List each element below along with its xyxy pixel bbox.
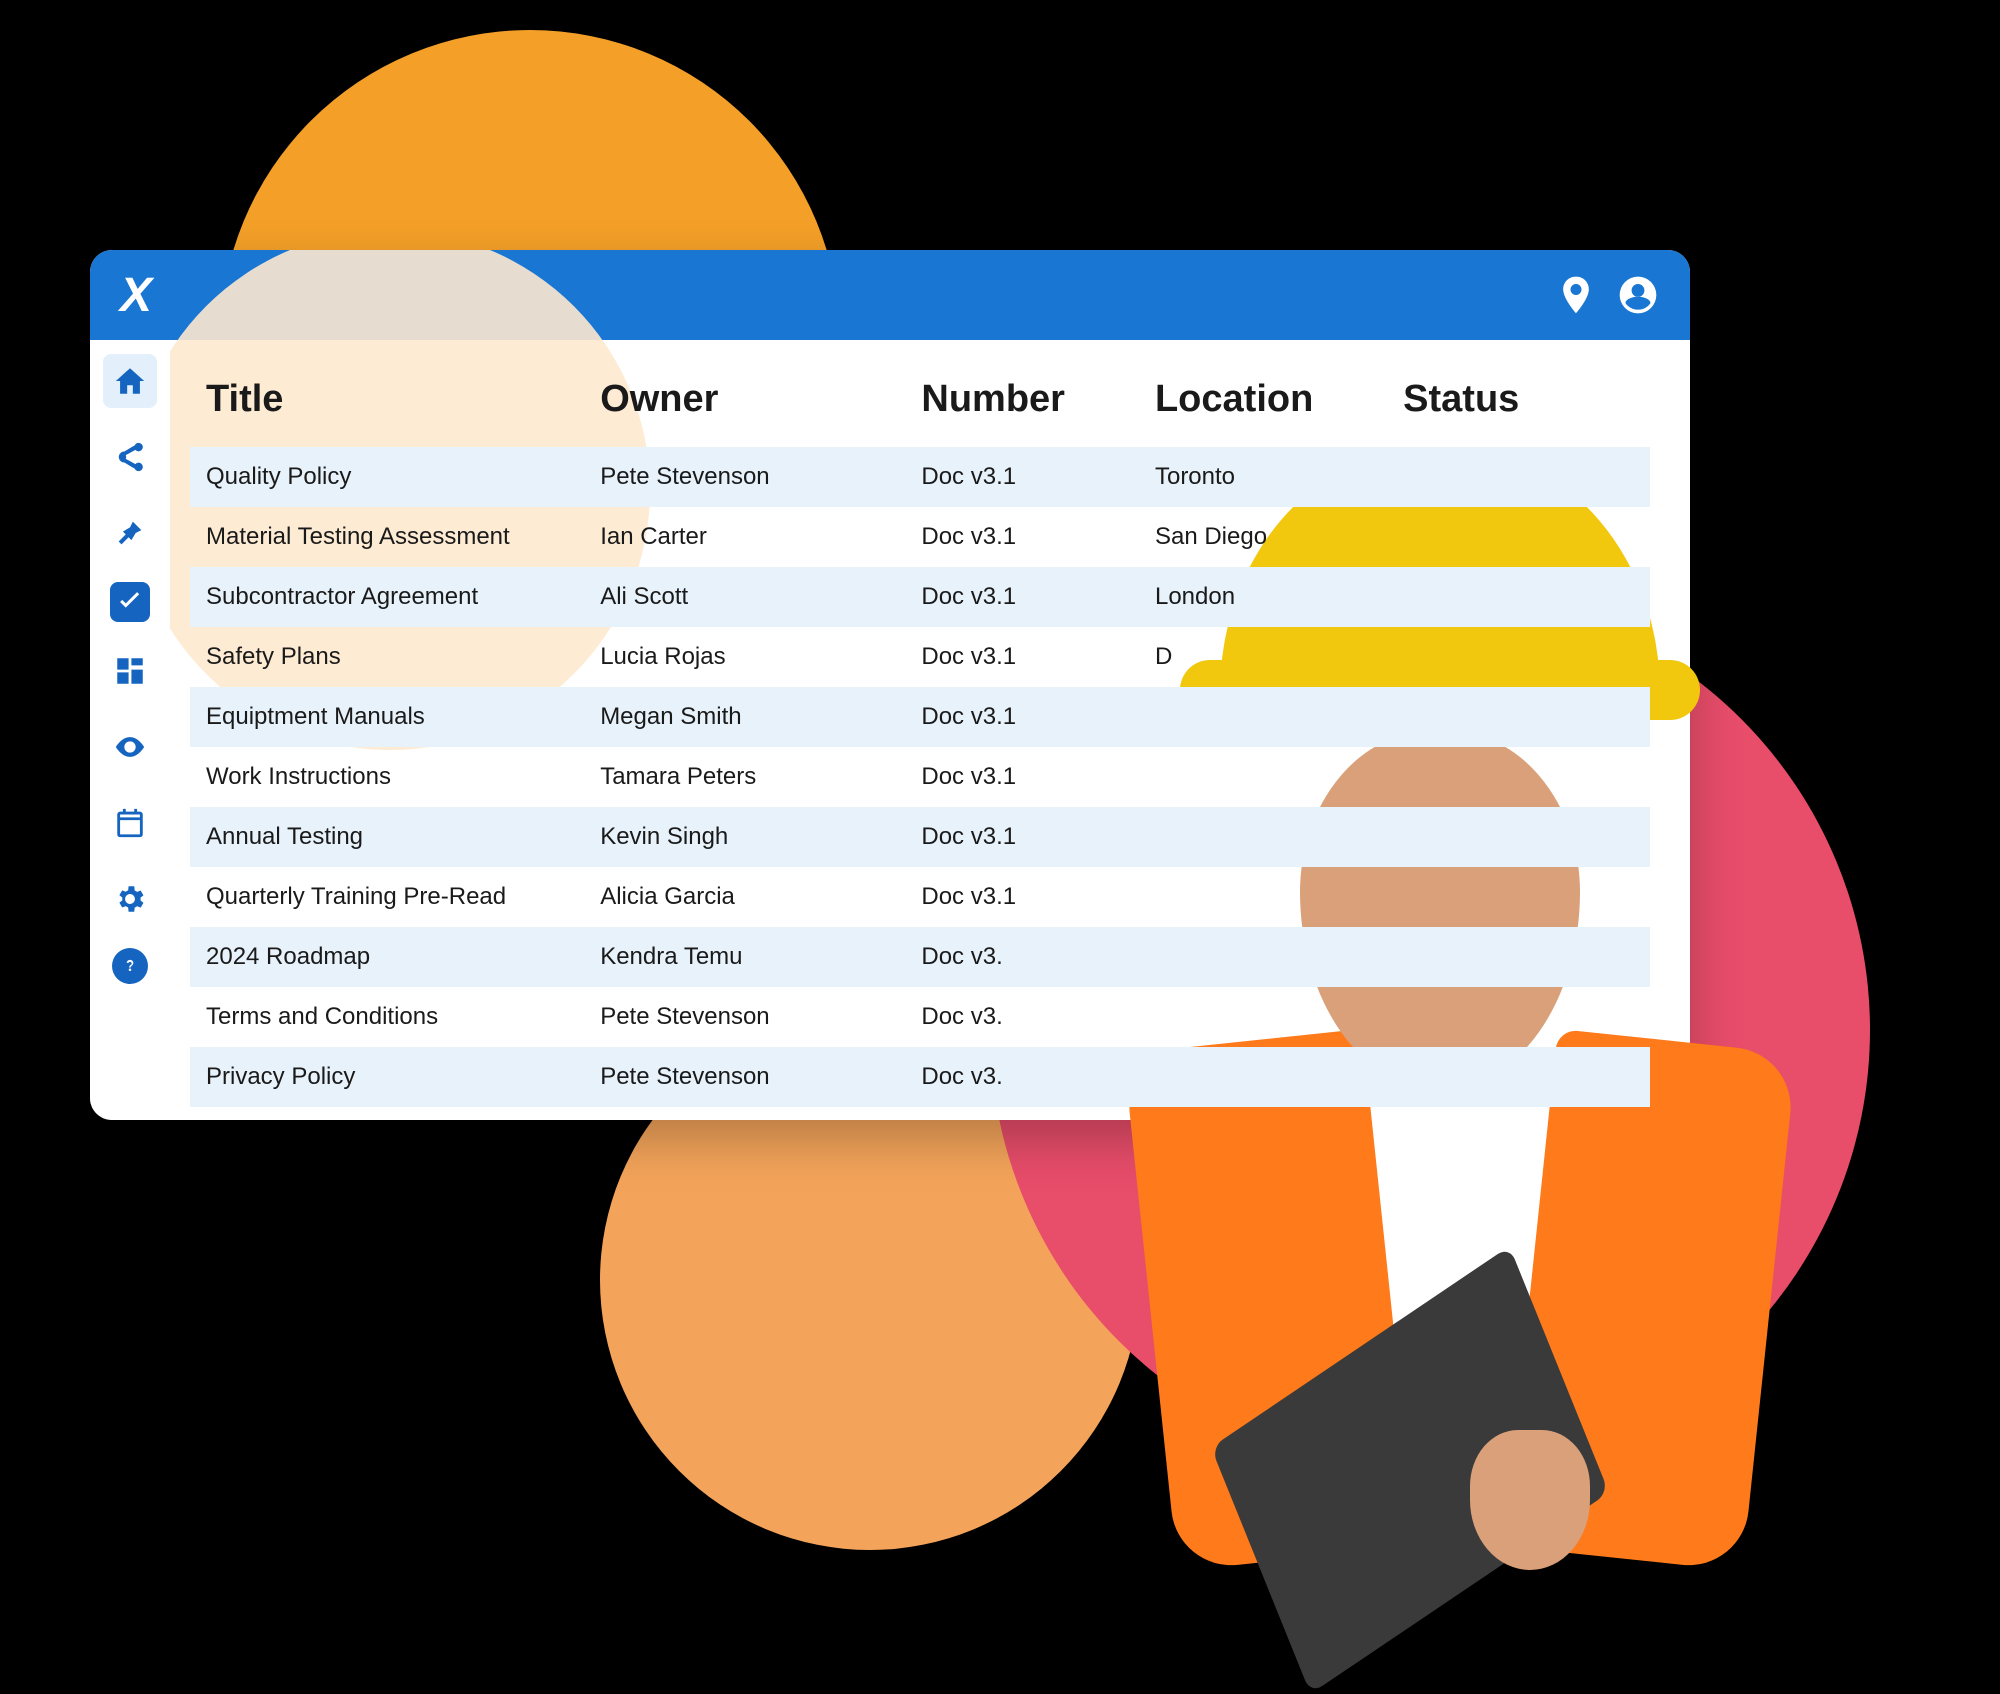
col-header-title[interactable]: Title [190,370,584,447]
sidebar-item-dashboard[interactable] [103,644,157,698]
col-header-number[interactable]: Number [905,370,1139,447]
cell-owner: Alicia Garcia [584,867,905,927]
table-row[interactable]: Quarterly Training Pre-ReadAlicia Garcia… [190,867,1650,927]
cell-status [1387,627,1650,687]
cell-owner: Kevin Singh [584,807,905,867]
share-icon [113,440,147,474]
cell-title: Subcontractor Agreement [190,567,584,627]
cell-title: Work Instructions [190,747,584,807]
cell-owner: Megan Smith [584,687,905,747]
cell-number: Doc v3.1 [905,447,1139,507]
cell-location: D [1139,627,1387,687]
cell-number: Doc v3. [905,987,1139,1047]
table-row[interactable]: Subcontractor AgreementAli ScottDoc v3.1… [190,567,1650,627]
cell-status [1387,687,1650,747]
cell-status [1387,987,1650,1047]
col-header-location[interactable]: Location [1139,370,1387,447]
cell-status [1387,747,1650,807]
cell-status [1387,447,1650,507]
sidebar-item-home[interactable] [103,354,157,408]
sidebar-item-settings[interactable] [103,872,157,926]
cell-status [1387,1047,1650,1107]
col-header-owner[interactable]: Owner [584,370,905,447]
cell-status [1387,927,1650,987]
check-icon [113,585,147,619]
sidebar-item-view[interactable] [103,720,157,774]
cell-number: Doc v3.1 [905,867,1139,927]
cell-owner: Ali Scott [584,567,905,627]
location-icon[interactable] [1554,273,1598,317]
cell-owner: Ian Carter [584,507,905,567]
cell-title: Terms and Conditions [190,987,584,1047]
cell-title: 2024 Roadmap [190,927,584,987]
table-header-row: Title Owner Number Location Status [190,370,1650,447]
sidebar-item-pin[interactable] [103,506,157,560]
main-content: Title Owner Number Location Status Quali… [170,340,1690,1120]
table-row[interactable]: Material Testing AssessmentIan CarterDoc… [190,507,1650,567]
cell-number: Doc v3.1 [905,627,1139,687]
cell-title: Privacy Policy [190,1047,584,1107]
table-row[interactable]: Work InstructionsTamara PetersDoc v3.1 [190,747,1650,807]
pin-icon [113,516,147,550]
cell-owner: Lucia Rojas [584,627,905,687]
documents-table: Title Owner Number Location Status Quali… [190,370,1650,1107]
cell-number: Doc v3.1 [905,807,1139,867]
cell-status [1387,507,1650,567]
table-row[interactable]: Annual TestingKevin SinghDoc v3.1 [190,807,1650,867]
sidebar-item-calendar[interactable] [103,796,157,850]
table-row[interactable]: Safety PlansLucia RojasDoc v3.1D [190,627,1650,687]
cell-location [1139,987,1387,1047]
col-header-status[interactable]: Status [1387,370,1650,447]
cell-number: Doc v3.1 [905,567,1139,627]
cell-owner: Pete Stevenson [584,1047,905,1107]
home-icon [113,364,147,398]
cell-number: Doc v3.1 [905,687,1139,747]
cell-location: San Diego [1139,507,1387,567]
cell-title: Equiptment Manuals [190,687,584,747]
app-logo: X [120,268,150,323]
cell-status [1387,867,1650,927]
table-row[interactable]: Privacy PolicyPete StevensonDoc v3. [190,1047,1650,1107]
cell-title: Quality Policy [190,447,584,507]
sidebar-item-tasks[interactable] [110,582,150,622]
table-row[interactable]: 2024 RoadmapKendra TemuDoc v3. [190,927,1650,987]
app-window: X [90,250,1690,1120]
cell-owner: Tamara Peters [584,747,905,807]
cell-owner: Pete Stevenson [584,447,905,507]
cell-owner: Pete Stevenson [584,987,905,1047]
cell-number: Doc v3.1 [905,747,1139,807]
cell-number: Doc v3.1 [905,507,1139,567]
sidebar-item-help[interactable] [112,948,148,984]
sidebar [90,340,170,1120]
account-icon[interactable] [1616,273,1660,317]
sidebar-item-share[interactable] [103,430,157,484]
cell-status [1387,567,1650,627]
cell-location: London [1139,567,1387,627]
cell-number: Doc v3. [905,1047,1139,1107]
table-row[interactable]: Terms and ConditionsPete StevensonDoc v3… [190,987,1650,1047]
table-row[interactable]: Equiptment ManualsMegan SmithDoc v3.1 [190,687,1650,747]
gear-icon [113,882,147,916]
cell-location [1139,747,1387,807]
table-row[interactable]: Quality PolicyPete StevensonDoc v3.1Toro… [190,447,1650,507]
cell-number: Doc v3. [905,927,1139,987]
cell-location [1139,687,1387,747]
cell-location [1139,927,1387,987]
cell-title: Quarterly Training Pre-Read [190,867,584,927]
cell-location [1139,1047,1387,1107]
cell-location [1139,807,1387,867]
help-icon [120,956,140,976]
eye-icon [113,730,147,764]
cell-title: Material Testing Assessment [190,507,584,567]
calendar-icon [113,806,147,840]
cell-location: Toronto [1139,447,1387,507]
cell-location [1139,867,1387,927]
cell-title: Annual Testing [190,807,584,867]
cell-status [1387,807,1650,867]
cell-owner: Kendra Temu [584,927,905,987]
cell-title: Safety Plans [190,627,584,687]
dashboard-icon [113,654,147,688]
